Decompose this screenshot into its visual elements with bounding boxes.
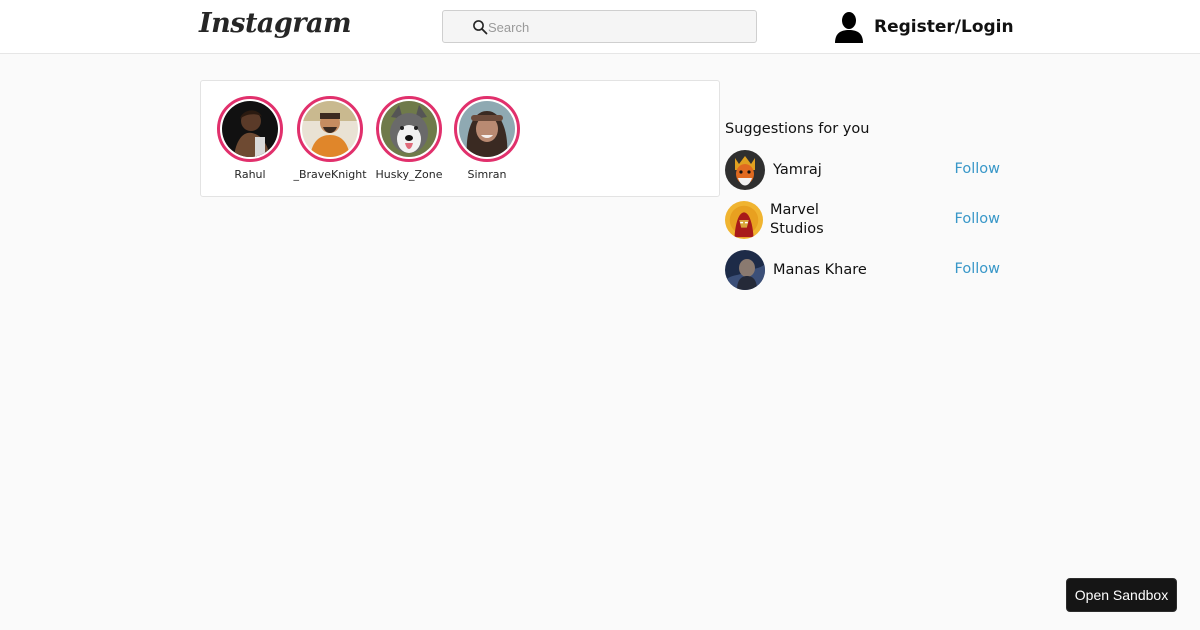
suggestion-item: Marvel Studios Follow [725, 200, 1005, 240]
story-username: Husky_Zone [375, 168, 443, 181]
search-box[interactable] [442, 10, 757, 43]
suggestion-item: Manas Khare Follow [725, 250, 1005, 290]
story-item[interactable]: Husky_Zone [369, 96, 449, 181]
story-username: _BraveKnight [293, 168, 367, 181]
stories-bar: Rahul _BraveKnight Husky_Zone Simran [200, 80, 720, 197]
suggestion-item: Yamraj Follow [725, 150, 1005, 190]
story-username: Simran [467, 168, 507, 181]
user-icon [835, 12, 863, 43]
suggestion-avatar[interactable] [725, 150, 765, 190]
register-login-link[interactable]: Register/Login [834, 10, 1014, 44]
story-ring [217, 96, 283, 162]
story-ring [376, 96, 442, 162]
story-ring [454, 96, 520, 162]
instagram-logo[interactable]: Instagram [199, 8, 352, 39]
story-item[interactable]: Simran [447, 96, 527, 181]
suggestion-username[interactable]: Yamraj [773, 161, 822, 180]
search-icon [473, 20, 488, 35]
suggestion-avatar[interactable] [725, 250, 765, 290]
search-input[interactable] [488, 17, 748, 37]
suggestion-avatar[interactable] [725, 201, 763, 239]
story-avatar [302, 101, 358, 157]
follow-button[interactable]: Follow [955, 261, 1000, 277]
story-username: Rahul [234, 168, 266, 181]
top-navbar: Instagram Register/Login [0, 0, 1200, 54]
register-login-label: Register/Login [874, 17, 1014, 37]
story-avatar [459, 101, 515, 157]
follow-button[interactable]: Follow [955, 161, 1000, 177]
story-avatar [222, 101, 278, 157]
story-ring [297, 96, 363, 162]
open-sandbox-button[interactable]: Open Sandbox [1066, 578, 1177, 612]
suggestion-username[interactable]: Marvel Studios [770, 201, 860, 239]
suggestions-heading: Suggestions for you [725, 121, 870, 137]
story-avatar [381, 101, 437, 157]
follow-button[interactable]: Follow [955, 211, 1000, 227]
story-item[interactable]: Rahul [210, 96, 290, 181]
suggestion-username[interactable]: Manas Khare [773, 261, 867, 280]
story-item[interactable]: _BraveKnight [290, 96, 370, 181]
